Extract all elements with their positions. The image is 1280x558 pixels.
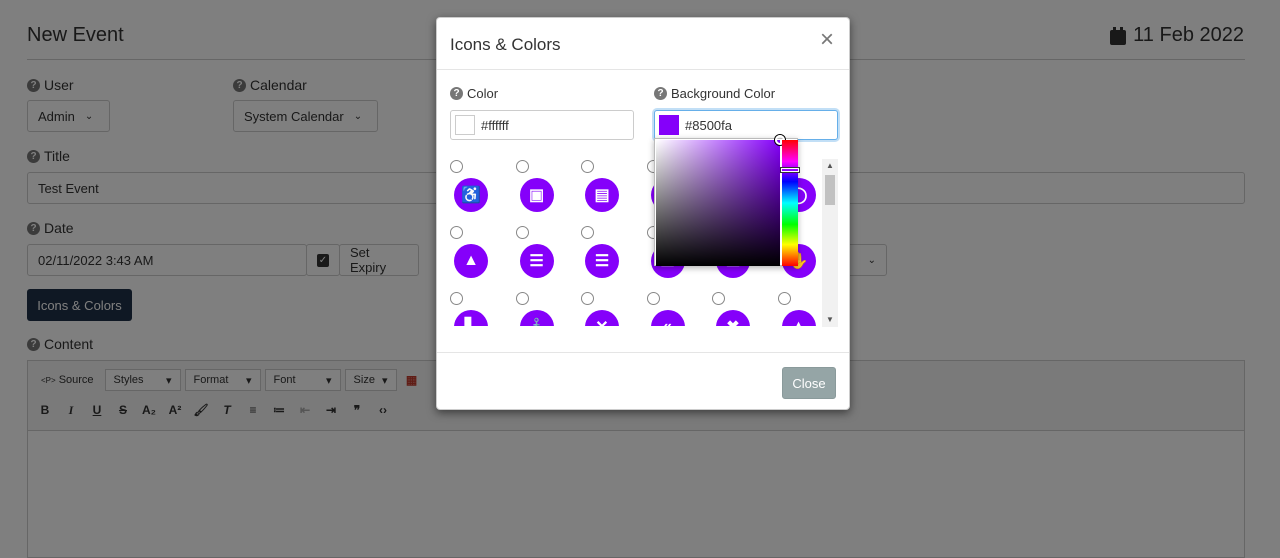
- icon-radio[interactable]: [777, 292, 791, 305]
- hue-knob[interactable]: [781, 168, 799, 172]
- icon-radio[interactable]: [450, 226, 463, 239]
- wheelchair-icon[interactable]: ♿: [454, 178, 488, 212]
- modal-title: Icons & Colors: [450, 35, 561, 54]
- modal-header: Icons & Colors ×: [437, 18, 849, 70]
- icon-grid-scrollbar[interactable]: ▲ ▼: [822, 159, 838, 327]
- icon-radio[interactable]: [450, 292, 463, 305]
- icon-option[interactable]: ▤: [581, 160, 621, 222]
- saturation-value-area[interactable]: [656, 135, 785, 266]
- scroll-down-icon[interactable]: ▼: [822, 313, 838, 327]
- color-label-text: Color: [467, 86, 499, 101]
- tree-icon[interactable]: ▲: [454, 244, 488, 278]
- color-input[interactable]: #ffffff: [450, 110, 634, 140]
- icon-radio[interactable]: [450, 160, 463, 173]
- modal-footer: Close: [437, 352, 849, 411]
- icon-option[interactable]: ⚓: [515, 292, 556, 326]
- color-value: #ffffff: [481, 117, 509, 133]
- color-picker-popup: [654, 135, 799, 266]
- bg-color-value: #8500fa: [685, 117, 732, 133]
- icon-radio[interactable]: [581, 292, 594, 305]
- icon-option[interactable]: ▲: [777, 292, 818, 326]
- icon-option[interactable]: ✖: [712, 292, 752, 326]
- icon-option[interactable]: ✕: [581, 292, 621, 326]
- icon-radio[interactable]: [646, 292, 660, 305]
- bg-color-swatch[interactable]: [659, 115, 679, 135]
- hue-slider[interactable]: [781, 140, 799, 266]
- icon-option[interactable]: ▲: [450, 226, 490, 288]
- anchor-icon[interactable]: ⚓: [519, 310, 554, 326]
- icons-colors-modal: Icons & Colors × ? Color #ffffff ? Backgro…: [436, 17, 850, 410]
- icon-radio[interactable]: [515, 226, 529, 239]
- scroll-thumb[interactable]: [825, 175, 835, 205]
- help-icon: ?: [654, 87, 667, 100]
- help-icon: ?: [450, 87, 463, 100]
- icon-option[interactable]: ☰: [581, 226, 621, 288]
- close-button[interactable]: Close: [782, 367, 836, 399]
- icon-radio[interactable]: [712, 292, 725, 305]
- backward-icon[interactable]: «: [650, 310, 685, 326]
- icon-radio[interactable]: [515, 160, 529, 173]
- bg-color-label-text: Background Color: [671, 86, 776, 101]
- bg-color-label: ? Background Color: [654, 86, 775, 101]
- icon-radio[interactable]: [581, 160, 594, 173]
- align-center-icon[interactable]: ☰: [519, 244, 554, 278]
- scroll-up-icon[interactable]: ▲: [822, 159, 838, 173]
- align-justify-icon[interactable]: ☰: [585, 244, 619, 278]
- icon-option[interactable]: ♿: [450, 160, 490, 222]
- ambulance-icon[interactable]: ▙: [454, 310, 488, 326]
- color-label: ? Color: [450, 86, 498, 101]
- address-book-icon[interactable]: ▣: [519, 178, 554, 212]
- bg-color-input[interactable]: #8500fa: [654, 110, 838, 140]
- icon-radio[interactable]: [581, 226, 594, 239]
- icon-radio[interactable]: [515, 292, 529, 305]
- icon-option[interactable]: ▣: [515, 160, 556, 222]
- icon-option[interactable]: «: [646, 292, 687, 326]
- id-card-icon[interactable]: ▤: [585, 178, 619, 212]
- color-swatch[interactable]: [455, 115, 475, 135]
- up-icon[interactable]: ▲: [781, 310, 816, 326]
- times-icon[interactable]: ✕: [585, 310, 619, 326]
- icon-option[interactable]: ☰: [515, 226, 556, 288]
- close-icon[interactable]: ✖: [716, 310, 750, 326]
- icon-option[interactable]: ▙: [450, 292, 490, 326]
- close-icon[interactable]: ×: [817, 28, 837, 52]
